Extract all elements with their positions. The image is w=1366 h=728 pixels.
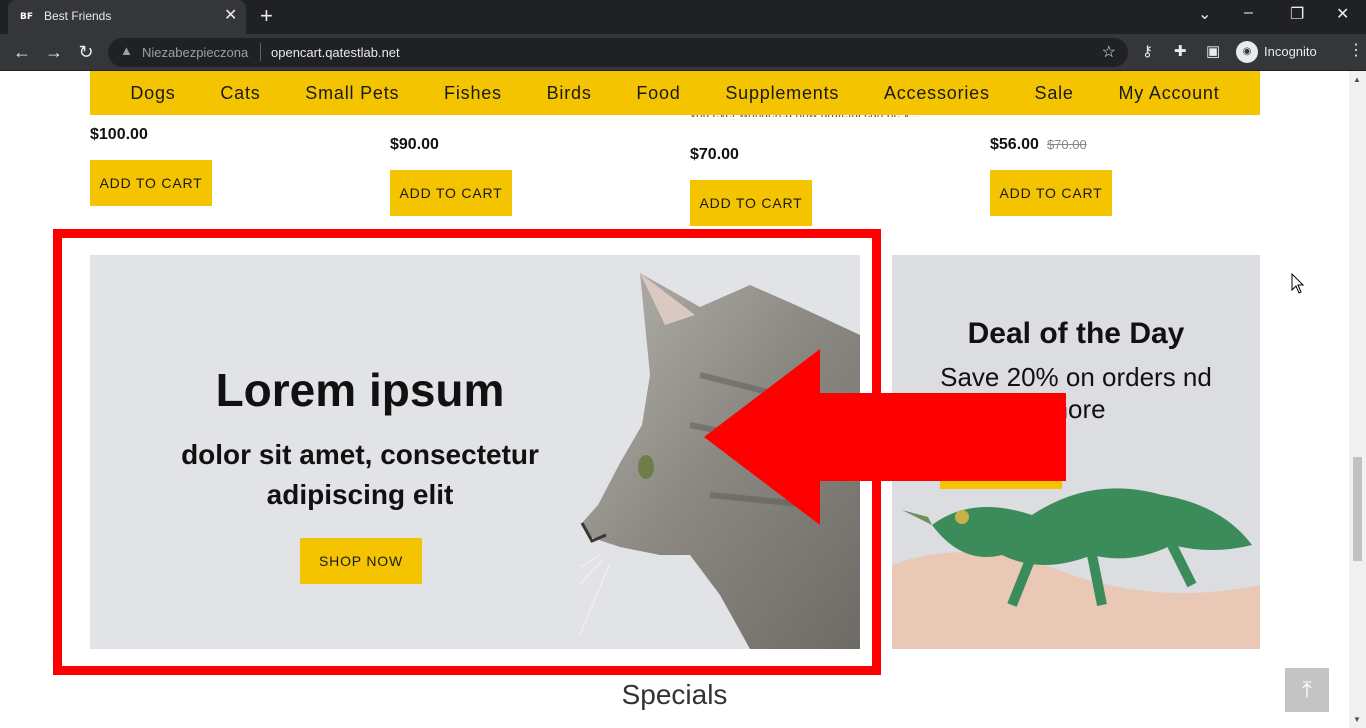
deal-title: Deal of the Day xyxy=(967,317,1185,350)
sidebar-icon[interactable]: ▣ xyxy=(1206,42,1220,60)
menu-item-birds[interactable]: Birds xyxy=(547,83,592,104)
add-to-cart-button[interactable]: ADD TO CART xyxy=(990,170,1112,216)
add-to-cart-button[interactable]: ADD TO CART xyxy=(90,160,212,206)
reload-icon[interactable]: ↻ xyxy=(74,40,98,64)
favicon-icon: BF xyxy=(20,12,34,22)
product-price: $70.00 xyxy=(690,146,739,163)
product-card: $90.00 ADD TO CART xyxy=(390,136,512,216)
shop-now-button[interactable]: SHOP NOW xyxy=(300,538,422,584)
deal-subtitle: Save 20% on orders nd more xyxy=(940,362,1212,424)
menu-item-accessories[interactable]: Accessories xyxy=(884,83,990,104)
old-price: $70.00 xyxy=(1046,137,1087,152)
close-window-icon[interactable]: ✕ xyxy=(1336,4,1349,24)
scrollbar-thumb[interactable] xyxy=(1353,457,1362,561)
incognito-label: Incognito xyxy=(1264,44,1317,59)
banner-title: Lorem ipsum xyxy=(215,364,505,416)
add-to-cart-button[interactable]: ADD TO CART xyxy=(390,170,512,216)
product-price: $56.00 $70.00 xyxy=(990,136,1087,153)
minimize-icon[interactable]: – xyxy=(1244,4,1253,22)
product-card: $100.00 ADD TO CART xyxy=(90,126,212,206)
browser-toolbar: ← → ↻ ▲ Niezabezpieczona opencart.qatest… xyxy=(0,34,1366,71)
security-label[interactable]: Niezabezpieczona xyxy=(142,45,248,60)
address-bar[interactable]: ▲ Niezabezpieczona opencart.qatestlab.ne… xyxy=(108,38,1128,67)
forward-icon[interactable]: → xyxy=(42,40,66,64)
scroll-down-icon[interactable]: ▼ xyxy=(1353,715,1361,724)
close-tab-icon[interactable]: ✕ xyxy=(224,7,237,25)
menu-icon[interactable]: ⋮ xyxy=(1348,40,1364,60)
key-icon[interactable]: ⚷ xyxy=(1142,42,1153,60)
menu-item-small-pets[interactable]: Small Pets xyxy=(305,83,399,104)
incognito-icon: ◉ xyxy=(1236,41,1258,63)
menu-item-sale[interactable]: Sale xyxy=(1035,83,1074,104)
extensions-icon[interactable]: ✚ xyxy=(1174,42,1187,60)
deal-banner[interactable]: Deal of the Day Save 20% on orders nd mo… xyxy=(892,255,1260,649)
back-icon[interactable]: ← xyxy=(10,40,34,64)
promo-banner[interactable]: Lorem ipsum dolor sit amet, consectetur … xyxy=(90,255,860,649)
restore-icon[interactable]: ❐ xyxy=(1290,4,1304,24)
divider xyxy=(260,43,261,61)
star-icon[interactable]: ☆ xyxy=(1102,42,1116,62)
page-content: you ever wondered how grateful can be y.… xyxy=(0,71,1349,728)
url-text[interactable]: opencart.qatestlab.net xyxy=(271,45,400,60)
main-menu: Dogs Cats Small Pets Fishes Birds Food S… xyxy=(90,71,1260,115)
browser-tab[interactable]: BF Best Friends ✕ xyxy=(8,0,246,34)
add-to-cart-button[interactable]: ADD TO CART xyxy=(690,180,812,226)
banner-subtitle: dolor sit amet, consectetur adipiscing e… xyxy=(181,439,539,510)
product-price: $90.00 xyxy=(390,136,439,153)
tab-title: Best Friends xyxy=(44,9,112,23)
scroll-up-icon[interactable]: ▲ xyxy=(1353,75,1361,84)
product-card: $70.00 ADD TO CART xyxy=(690,146,812,226)
section-title: Specials xyxy=(621,679,728,710)
cat-photo xyxy=(580,273,860,649)
back-to-top-icon[interactable]: ⤒ xyxy=(1285,668,1329,712)
warning-icon[interactable]: ▲ xyxy=(120,43,133,58)
menu-item-supplements[interactable]: Supplements xyxy=(725,83,839,104)
tab-strip: BF Best Friends ✕ + ⌄ – ❐ ✕ xyxy=(0,0,1366,34)
new-tab-icon[interactable]: + xyxy=(260,4,273,28)
menu-item-cats[interactable]: Cats xyxy=(220,83,260,104)
menu-item-dogs[interactable]: Dogs xyxy=(130,83,175,104)
chameleon-photo xyxy=(892,488,1260,649)
product-card: $56.00 $70.00 ADD TO CART xyxy=(990,136,1112,216)
menu-item-fishes[interactable]: Fishes xyxy=(444,83,502,104)
menu-item-food[interactable]: Food xyxy=(636,83,680,104)
menu-item-my-account[interactable]: My Account xyxy=(1118,83,1219,104)
product-price: $100.00 xyxy=(90,126,148,143)
tab-search-icon[interactable]: ⌄ xyxy=(1198,4,1211,24)
page-scrollbar[interactable]: ▲ ▼ xyxy=(1349,71,1366,728)
mouse-cursor-icon xyxy=(1291,273,1305,294)
